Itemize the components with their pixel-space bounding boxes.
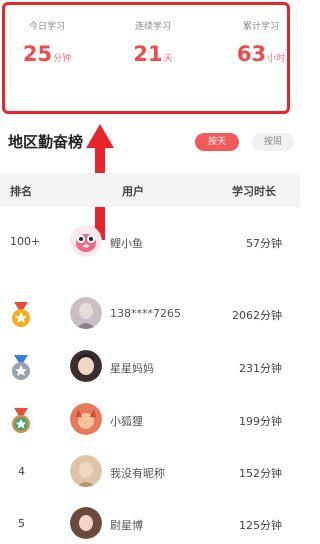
stat-label: 今日学习 (28, 22, 65, 32)
column-header-time: 学习时长 (232, 185, 276, 198)
leaderboard-row[interactable]: 138****7265 2062分钟 (0, 294, 300, 334)
stat-today: 今日学习 25分钟 (17, 19, 77, 66)
fish-avatar[interactable] (70, 225, 102, 257)
stat-unit: 小时 (267, 54, 286, 64)
study-duration: 231分钟 (239, 362, 282, 375)
tab-by-day[interactable]: 按天 (195, 133, 239, 151)
study-duration: 125分钟 (239, 519, 282, 532)
leaderboard-title: 地区勤奋榜 (8, 133, 84, 151)
user-avatar[interactable] (70, 403, 102, 435)
study-duration: 57分钟 (246, 237, 282, 250)
user-avatar[interactable] (70, 455, 102, 487)
username: 我没有昵称 (110, 467, 165, 480)
username: 星星妈妈 (110, 362, 154, 375)
stat-value: 25 (22, 42, 53, 66)
stat-value-group: 63小时 (231, 42, 291, 66)
stat-label: 累计学习 (242, 22, 279, 32)
username: 鲤小鱼 (110, 237, 143, 250)
user-avatar[interactable] (70, 297, 102, 329)
silver-medal-icon (12, 355, 30, 380)
username: 尉星博 (110, 519, 143, 532)
leaderboard-row[interactable]: 4 我没有昵称 152分钟 (0, 452, 300, 492)
rank-number: 4 (18, 465, 25, 478)
leaderboard-row-self[interactable]: 100+ 鲤小鱼 57分钟 (0, 222, 300, 262)
study-duration: 152分钟 (239, 467, 282, 480)
stat-unit: 天 (163, 54, 173, 64)
learning-stats-panel: 今日学习 25分钟 连续学习 21天 累计学习 63小时 (2, 2, 290, 114)
bronze-medal-icon (12, 408, 30, 433)
stat-value-group: 21天 (123, 42, 183, 66)
leaderboard-row[interactable]: 5 尉星博 125分钟 (0, 504, 300, 544)
column-header-user: 用户 (122, 185, 144, 198)
gold-medal-icon (12, 302, 30, 327)
username: 138****7265 (110, 307, 181, 320)
user-avatar[interactable] (70, 350, 102, 382)
stat-unit: 分钟 (53, 54, 72, 64)
column-header-rank: 排名 (10, 185, 32, 198)
study-duration: 2062分钟 (232, 309, 282, 322)
stat-label: 连续学习 (134, 22, 171, 32)
username: 小狐狸 (110, 415, 143, 428)
tab-by-week[interactable]: 按周 (252, 133, 294, 151)
rank-number: 100+ (10, 235, 41, 248)
stat-total: 累计学习 63小时 (231, 19, 291, 66)
stat-value: 63 (236, 42, 267, 66)
stat-value-group: 25分钟 (17, 42, 77, 66)
leaderboard-header: 排名 用户 学习时长 (0, 173, 300, 207)
stat-streak: 连续学习 21天 (123, 19, 183, 66)
leaderboard-row[interactable]: 小狐狸 199分钟 (0, 400, 300, 440)
user-avatar[interactable] (70, 507, 102, 539)
leaderboard-row[interactable]: 星星妈妈 231分钟 (0, 347, 300, 387)
study-duration: 199分钟 (239, 415, 282, 428)
stat-value: 21 (133, 42, 163, 66)
